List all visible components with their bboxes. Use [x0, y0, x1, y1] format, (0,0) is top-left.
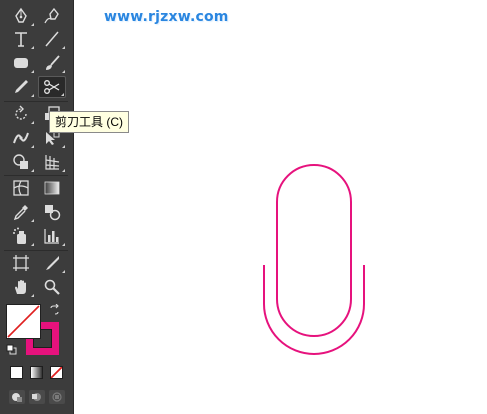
paperclip-inner-path[interactable]: [276, 164, 352, 337]
artboard-canvas: [263, 164, 365, 355]
